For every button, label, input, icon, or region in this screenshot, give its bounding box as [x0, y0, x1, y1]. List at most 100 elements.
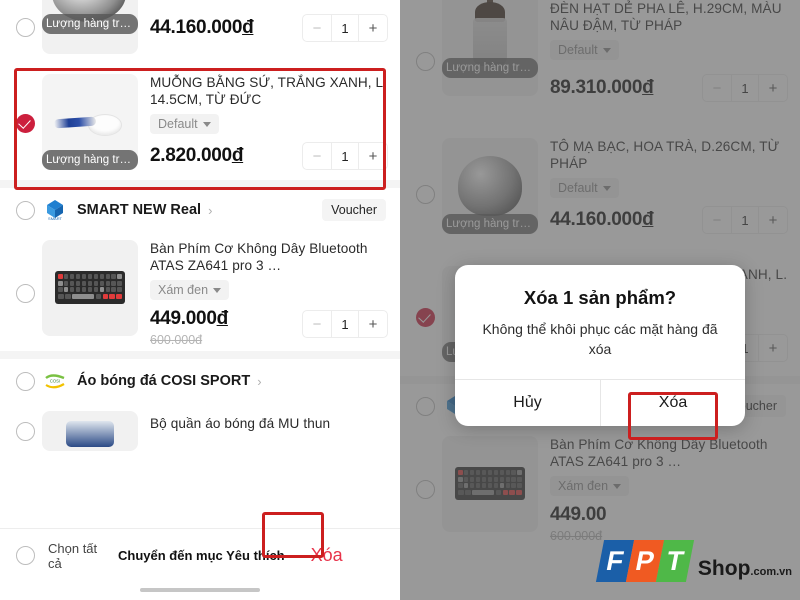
shop-checkbox[interactable]: [15, 200, 35, 220]
product-image: [42, 240, 138, 336]
cart-row-partial-top[interactable]: Lượng hàng tro... 44.160.000đ − 1 +: [0, 0, 400, 62]
decrease-quantity-button[interactable]: −: [703, 75, 731, 101]
select-all-control[interactable]: Chọn tất cả: [10, 541, 104, 571]
increase-quantity-button[interactable]: +: [359, 143, 387, 169]
product-thumbnail-cell[interactable]: Lượng hàng tro...: [42, 74, 138, 170]
keyboard-art-icon: [42, 240, 138, 336]
item-checkbox[interactable]: [15, 421, 35, 441]
shop-checkbox[interactable]: [415, 396, 435, 416]
cart-row-bowl[interactable]: Lượng hàng tro... TÔ MẠ BẠC, HOA TRÀ, D.…: [400, 130, 800, 258]
product-title[interactable]: Bàn Phím Cơ Không Dây Bluetooth ATAS ZA6…: [550, 436, 788, 470]
shop-name[interactable]: Áo bóng đá COSI SPORT: [77, 373, 250, 389]
dialog-actions: Hủy Xóa: [455, 379, 745, 426]
decrease-quantity-button[interactable]: −: [303, 311, 331, 337]
variant-label: Xám đen: [158, 283, 209, 297]
quantity-value[interactable]: 1: [331, 15, 359, 41]
chevron-right-icon: ›: [257, 373, 262, 389]
quantity-value[interactable]: 1: [331, 311, 359, 337]
product-thumbnail-cell[interactable]: [42, 240, 138, 336]
cart-row-selected-spoon[interactable]: Lượng hàng tro... MUỖNG BẰNG SỨ, TRẮNG X…: [0, 62, 400, 180]
cart-row-keyboard[interactable]: Bàn Phím Cơ Không Dây Bluetooth ATAS ZA6…: [0, 232, 400, 351]
product-info: TÔ MẠ BẠC, HOA TRÀ, D.26CM, TỪ PHÁP Defa…: [538, 138, 788, 234]
item-checkbox-cell[interactable]: [408, 184, 442, 204]
quantity-stepper[interactable]: − 1 +: [302, 142, 388, 170]
shop-checkbox-cell[interactable]: [408, 396, 442, 416]
select-all-checkbox-cell[interactable]: [10, 546, 40, 565]
svg-text:SMART: SMART: [48, 216, 62, 221]
item-checkbox[interactable]: [415, 480, 435, 499]
item-checkbox-cell[interactable]: [408, 51, 442, 71]
stock-label: Lượng hàng tro...: [442, 58, 538, 78]
cart-row-jersey[interactable]: Bộ quần áo bóng đá MU thun: [0, 403, 400, 451]
decrease-quantity-button[interactable]: −: [303, 15, 331, 41]
increase-quantity-button[interactable]: +: [759, 335, 787, 361]
variant-selector[interactable]: Xám đen: [550, 476, 630, 496]
dialog-message: Không thể khôi phục các mặt hàng đã xóa: [482, 321, 718, 357]
decrease-quantity-button[interactable]: −: [303, 143, 331, 169]
product-title[interactable]: Bộ quần áo bóng đá MU thun: [150, 415, 388, 432]
increase-quantity-button[interactable]: +: [359, 15, 387, 41]
shop-checkbox[interactable]: [15, 371, 35, 391]
item-checkbox[interactable]: [15, 284, 35, 303]
increase-quantity-button[interactable]: +: [759, 207, 787, 233]
move-to-wishlist-button[interactable]: Chuyển đến mục Yêu thích: [118, 548, 285, 563]
product-title[interactable]: Bàn Phím Cơ Không Dây Bluetooth ATAS ZA6…: [150, 240, 388, 274]
variant-selector[interactable]: Xám đen: [150, 280, 230, 300]
product-image: [442, 436, 538, 532]
item-checkbox-checked[interactable]: [415, 307, 435, 327]
variant-selector[interactable]: Default: [550, 40, 619, 60]
quantity-value[interactable]: 1: [731, 75, 759, 101]
quantity-stepper[interactable]: − 1 +: [302, 310, 388, 338]
item-checkbox-cell[interactable]: [8, 113, 42, 133]
item-checkbox-cell[interactable]: [408, 480, 442, 499]
item-checkbox[interactable]: [415, 184, 435, 204]
quantity-value[interactable]: 1: [331, 143, 359, 169]
shop-checkbox-cell[interactable]: [8, 371, 42, 391]
shop-name[interactable]: SMART NEW Real: [77, 202, 201, 218]
product-title[interactable]: MUỖNG BẰNG SỨ, TRẮNG XANH, L. 14.5CM, TỪ…: [150, 74, 388, 108]
product-title[interactable]: TÔ MẠ BẠC, HOA TRÀ, D.26CM, TỪ PHÁP: [550, 138, 788, 172]
increase-quantity-button[interactable]: +: [359, 311, 387, 337]
quantity-stepper[interactable]: − 1 +: [702, 206, 788, 234]
product-thumbnail-cell[interactable]: Lượng hàng tro...: [42, 0, 138, 54]
screenshot-root: Lượng hàng tro... 44.160.000đ − 1 + Lượn…: [0, 0, 800, 600]
variant-selector[interactable]: Default: [550, 178, 619, 198]
increase-quantity-button[interactable]: +: [759, 75, 787, 101]
item-checkbox-cell[interactable]: [408, 307, 442, 327]
product-title[interactable]: ĐÈN HẠT DẺ PHA LÊ, H.29CM, MÀU NÂU ĐẬM, …: [550, 0, 788, 34]
shop-header-smart-new-real[interactable]: SMART SMART NEW Real › Voucher: [0, 188, 400, 232]
shop-header-cosi-sport[interactable]: COSI Áo bóng đá COSI SPORT ›: [0, 359, 400, 403]
decrease-quantity-button[interactable]: −: [703, 207, 731, 233]
product-thumbnail-cell[interactable]: Lượng hàng tro...: [442, 0, 538, 96]
cart-row-keyboard[interactable]: Bàn Phím Cơ Không Dây Bluetooth ATAS ZA6…: [400, 428, 800, 551]
product-price: 449.000đ: [150, 308, 228, 329]
quantity-stepper[interactable]: − 1 +: [702, 74, 788, 102]
fpt-shop-watermark-logo: F P T Shop.com.vn: [595, 540, 792, 582]
voucher-button[interactable]: Voucher: [322, 199, 386, 221]
item-checkbox-cell[interactable]: [8, 284, 42, 303]
stock-label: Lượng hàng tro...: [42, 150, 138, 170]
chevron-down-icon: [213, 287, 222, 293]
quantity-value[interactable]: 1: [731, 207, 759, 233]
product-thumbnail-cell[interactable]: [442, 436, 538, 532]
item-checkbox-cell[interactable]: [8, 421, 42, 441]
delete-confirmation-dialog: Xóa 1 sản phẩm? Không thể khôi phục các …: [455, 265, 745, 426]
product-price: 89.310.000đ: [550, 77, 654, 98]
item-checkbox[interactable]: [15, 17, 35, 37]
shop-checkbox-cell[interactable]: [8, 200, 42, 220]
item-checkbox-cell[interactable]: [8, 17, 42, 37]
dialog-cancel-button[interactable]: Hủy: [455, 380, 600, 426]
chevron-right-icon: ›: [208, 202, 213, 218]
item-checkbox-checked[interactable]: [15, 113, 35, 133]
product-info: MUỖNG BẰNG SỨ, TRẮNG XANH, L. 14.5CM, TỪ…: [138, 74, 388, 170]
delete-button[interactable]: Xóa: [299, 541, 355, 570]
product-thumbnail-cell[interactable]: Lượng hàng tro...: [442, 138, 538, 234]
item-checkbox[interactable]: [415, 51, 435, 71]
dialog-confirm-button[interactable]: Xóa: [600, 380, 745, 426]
quantity-stepper[interactable]: − 1 +: [302, 14, 388, 42]
product-info: Bàn Phím Cơ Không Dây Bluetooth ATAS ZA6…: [138, 240, 388, 347]
variant-selector[interactable]: Default: [150, 114, 219, 134]
cart-row-lamp[interactable]: Lượng hàng tro... ĐÈN HẠT DẺ PHA LÊ, H.2…: [400, 0, 800, 130]
select-all-checkbox[interactable]: [15, 546, 35, 565]
product-thumbnail-cell[interactable]: [42, 411, 138, 451]
